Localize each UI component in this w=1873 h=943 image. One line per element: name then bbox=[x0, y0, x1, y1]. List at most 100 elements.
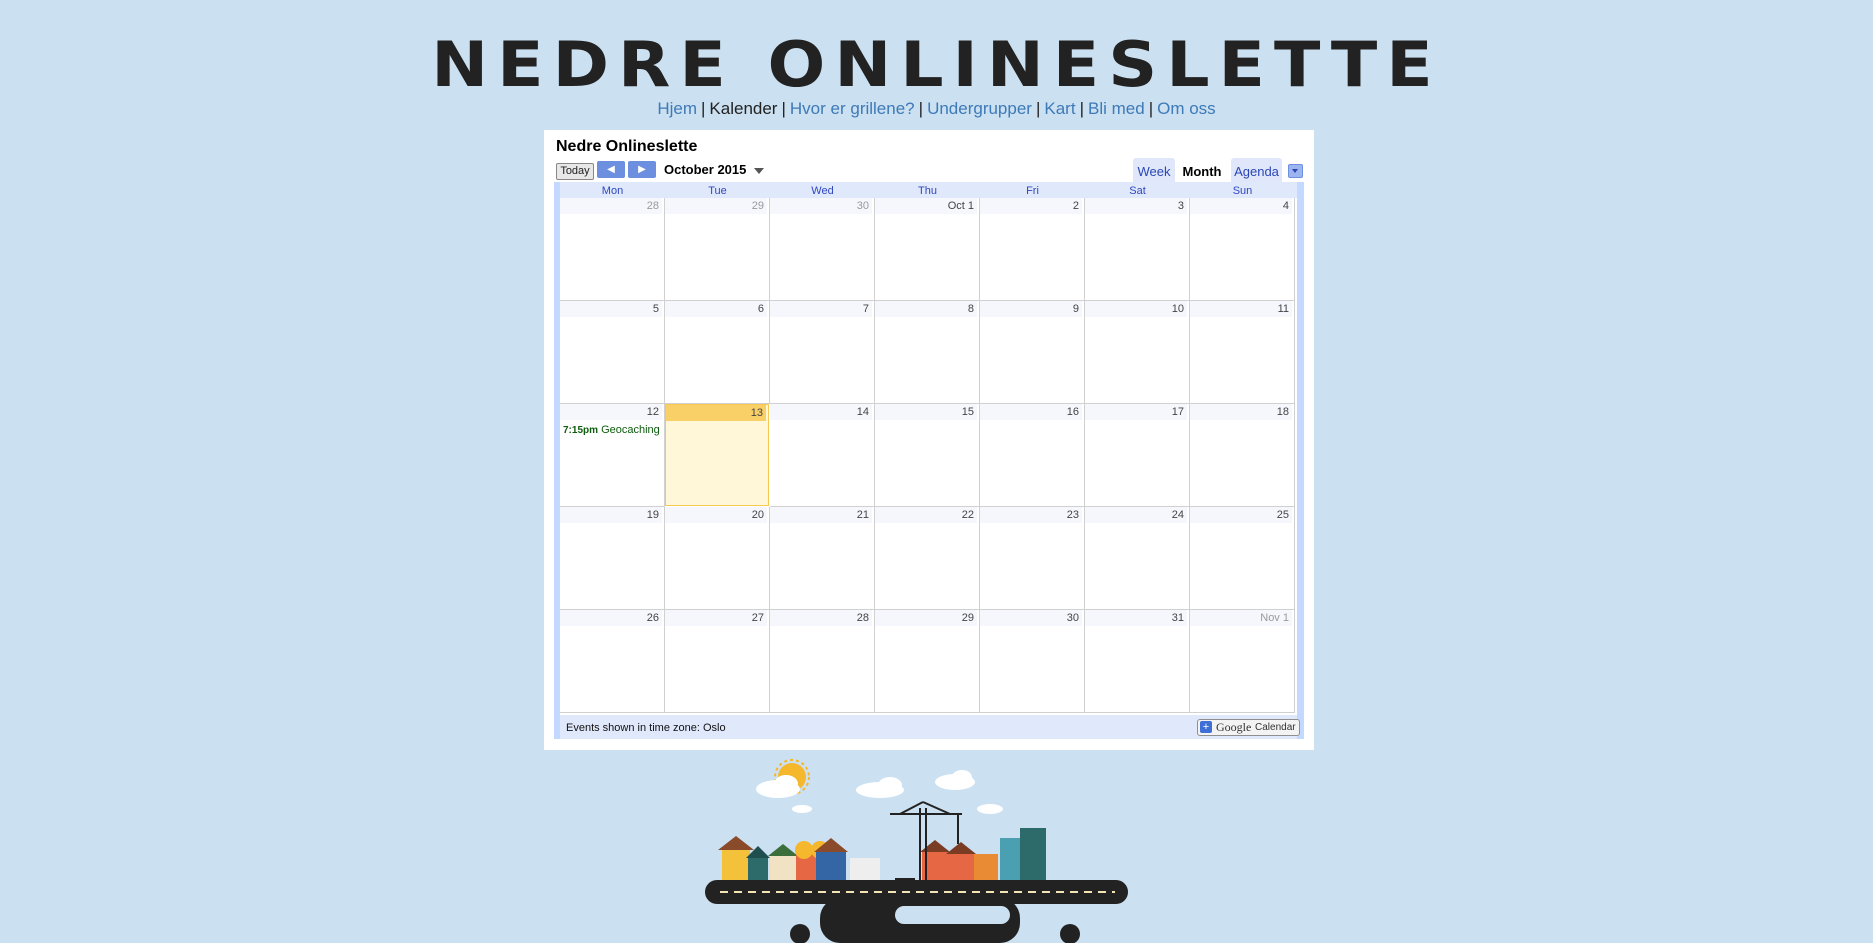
day-cell[interactable]: 18 bbox=[1190, 404, 1295, 507]
nav-separator: | bbox=[701, 99, 706, 118]
day-cell[interactable]: 14 bbox=[770, 404, 875, 507]
day-cell[interactable]: 8 bbox=[875, 301, 980, 404]
dow-sun: Sun bbox=[1232, 185, 1253, 197]
day-cell[interactable]: 30 bbox=[980, 610, 1085, 713]
dow-thu: Thu bbox=[918, 185, 937, 197]
nav-separator: | bbox=[1079, 99, 1084, 118]
day-cell[interactable]: 29 bbox=[875, 610, 980, 713]
today-button[interactable]: Today bbox=[556, 163, 594, 180]
site-title: NEDRE ONLINESLETTE bbox=[431, 29, 1442, 102]
day-number: 4 bbox=[1190, 198, 1292, 214]
nav-link-kart[interactable]: Kart bbox=[1044, 99, 1075, 118]
day-cell[interactable]: Nov 1 bbox=[1190, 610, 1295, 713]
day-cell[interactable]: 28 bbox=[560, 198, 665, 301]
day-cell[interactable]: 29 bbox=[665, 198, 770, 301]
day-cell[interactable]: 19 bbox=[560, 507, 665, 610]
google-logo: Google bbox=[1216, 720, 1252, 734]
day-number: Oct 1 bbox=[875, 198, 977, 214]
day-cell[interactable]: 2 bbox=[980, 198, 1085, 301]
day-cell[interactable]: 24 bbox=[1085, 507, 1190, 610]
day-cell[interactable]: 31 bbox=[1085, 610, 1190, 713]
nav-link-hvor-er-grillene[interactable]: Hvor er grillene? bbox=[790, 99, 915, 118]
day-number: 11 bbox=[1190, 301, 1292, 317]
nav-separator: | bbox=[918, 99, 924, 118]
weeks-container: 28 29 30 Oct 1 2 3 4 5 6 7 8 9 10 11 12 7:15pm Geocachi… bbox=[560, 198, 1297, 715]
day-of-week-header: Mon Tue Wed Thu Fri Sat Sun bbox=[560, 182, 1297, 198]
main-nav: Hjem | Kalender | Hvor er grillene? | Undergru… bbox=[0, 99, 1873, 119]
day-cell[interactable]: 4 bbox=[1190, 198, 1295, 301]
day-number: 14 bbox=[770, 404, 872, 420]
calendar-grid: Mon Tue Wed Thu Fri Sat Sun 28 29 30 Oct 12345678… bbox=[554, 182, 1304, 739]
day-cell[interactable]: 21 bbox=[770, 507, 875, 610]
day-number: 25 bbox=[1190, 507, 1292, 523]
day-cell[interactable]: Oct 1 bbox=[875, 198, 980, 301]
nav-separator: | bbox=[781, 99, 786, 118]
day-cell[interactable]: 25 bbox=[1190, 507, 1295, 610]
calendar-title: Nedre Onlineslette bbox=[556, 138, 698, 155]
day-cell[interactable]: 16 bbox=[980, 404, 1085, 507]
day-cell[interactable]: 27 bbox=[665, 610, 770, 713]
day-number: 27 bbox=[665, 610, 767, 626]
event-time: 7:15pm bbox=[563, 425, 599, 436]
day-number: 30 bbox=[980, 610, 1082, 626]
buildings bbox=[718, 828, 1046, 880]
day-number: 16 bbox=[980, 404, 1082, 420]
google-calendar-button[interactable]: + Google Calendar bbox=[1197, 719, 1300, 736]
arrow-left-icon: ◀ bbox=[607, 164, 615, 175]
dow-mon: Mon bbox=[601, 185, 624, 197]
day-number: 7 bbox=[770, 301, 872, 317]
calendar-word: Calendar bbox=[1255, 722, 1296, 733]
nav-link-undergrupper[interactable]: Undergrupper bbox=[927, 99, 1032, 118]
day-cell[interactable]: 20 bbox=[665, 507, 770, 610]
nav-link-bli-med[interactable]: Bli med bbox=[1088, 99, 1145, 118]
day-number: 28 bbox=[560, 198, 662, 214]
nav-separator: | bbox=[1035, 99, 1041, 118]
day-number: 19 bbox=[560, 507, 662, 523]
day-number: 26 bbox=[560, 610, 662, 626]
day-number: 22 bbox=[875, 507, 977, 523]
day-cell[interactable]: 17 bbox=[1085, 404, 1190, 507]
day-cell[interactable]: 23 bbox=[980, 507, 1085, 610]
calendar-event[interactable]: 7:15pm Geocaching bbox=[563, 424, 663, 436]
day-cell[interactable]: 7 bbox=[770, 301, 875, 404]
day-cell[interactable]: 5 bbox=[560, 301, 665, 404]
dow-fri: Fri bbox=[1026, 185, 1039, 197]
day-cell[interactable]: 15 bbox=[875, 404, 980, 507]
day-cell[interactable]: 10 bbox=[1085, 301, 1190, 404]
day-cell[interactable]: 9 bbox=[980, 301, 1085, 404]
day-number: 31 bbox=[1085, 610, 1187, 626]
month-dropdown-icon[interactable] bbox=[754, 168, 764, 174]
next-month-button[interactable]: ▶ bbox=[628, 161, 656, 178]
tab-week[interactable]: Week bbox=[1133, 158, 1175, 182]
dow-wed: Wed bbox=[811, 185, 834, 197]
day-cell[interactable]: 26 bbox=[560, 610, 665, 713]
day-number: 13 bbox=[666, 405, 766, 421]
nav-link-hjem[interactable]: Hjem bbox=[657, 99, 697, 118]
day-number: 8 bbox=[875, 301, 977, 317]
day-cell[interactable]: 11 bbox=[1190, 301, 1295, 404]
day-cell[interactable]: 3 bbox=[1085, 198, 1190, 301]
day-number: 18 bbox=[1190, 404, 1292, 420]
nav-link-kalender[interactable]: Kalender bbox=[709, 99, 777, 118]
tab-agenda[interactable]: Agenda bbox=[1231, 158, 1282, 182]
nav-link-om-oss[interactable]: Om oss bbox=[1157, 99, 1216, 118]
day-cell-today[interactable]: 13 bbox=[665, 404, 769, 506]
day-cell[interactable]: 12 7:15pm Geocaching bbox=[560, 404, 665, 507]
nav-separator: | bbox=[1148, 99, 1154, 118]
previous-month-button[interactable]: ◀ bbox=[597, 161, 625, 178]
day-number: 20 bbox=[665, 507, 767, 523]
day-number: 15 bbox=[875, 404, 977, 420]
day-cell[interactable]: 6 bbox=[665, 301, 770, 404]
tab-month[interactable]: Month bbox=[1179, 158, 1225, 182]
dow-tue: Tue bbox=[708, 185, 727, 197]
day-number: 10 bbox=[1085, 301, 1187, 317]
plus-icon: + bbox=[1200, 721, 1212, 733]
dow-sat: Sat bbox=[1129, 185, 1146, 197]
views-menu-icon[interactable] bbox=[1288, 164, 1303, 178]
day-number: Nov 1 bbox=[1190, 610, 1292, 626]
day-number: 29 bbox=[665, 198, 767, 214]
day-number: 5 bbox=[560, 301, 662, 317]
day-cell[interactable]: 30 bbox=[770, 198, 875, 301]
day-cell[interactable]: 28 bbox=[770, 610, 875, 713]
day-cell[interactable]: 22 bbox=[875, 507, 980, 610]
